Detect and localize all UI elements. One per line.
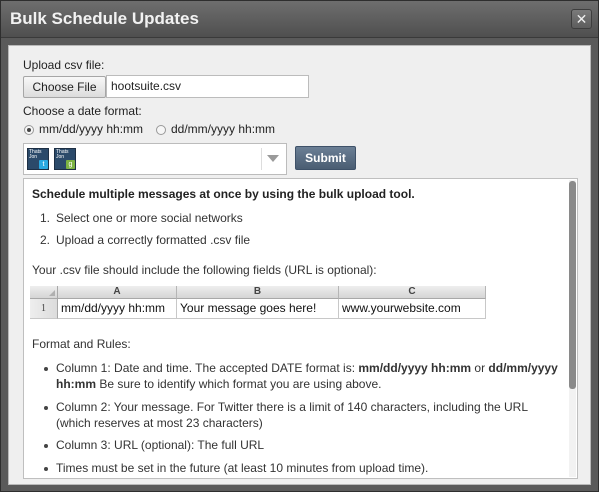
rule-format: dd/mm/yyyy	[488, 361, 558, 375]
bullet	[44, 367, 48, 371]
twitter-icon: t	[39, 160, 48, 169]
radio-dmy[interactable]	[156, 125, 166, 135]
radio-mdy-label: mm/dd/yyyy hh:mm	[39, 122, 144, 136]
choose-file-button[interactable]: Choose File	[23, 76, 106, 98]
bullet	[44, 444, 48, 448]
rule-text: or	[471, 361, 489, 375]
sheet-corner	[30, 286, 58, 299]
instructions-heading: Schedule multiple messages at once by us…	[32, 187, 415, 201]
sheet-cell: Your message goes here!	[177, 299, 339, 319]
scrollbar-thumb[interactable]	[569, 181, 576, 389]
chevron-down-icon[interactable]	[267, 155, 279, 162]
radio-dmy-label: dd/mm/yyyy hh:mm	[171, 122, 276, 136]
rules-title: Format and Rules:	[32, 337, 131, 351]
csv-example-sheet: A B C 1 mm/dd/yyyy hh:mm Your message go…	[30, 286, 486, 320]
step-item: Select one or more social networks	[56, 211, 243, 225]
rule-text: Be sure to identify which format you are…	[96, 377, 382, 391]
radio-mdy[interactable]	[24, 125, 34, 135]
step-number: 1.	[40, 211, 51, 225]
bulk-schedule-dialog: Bulk Schedule Updates ✕ Upload csv file:…	[0, 0, 599, 492]
rule-format: mm/dd/yyyy hh:mm	[358, 361, 472, 375]
rule-column2-cont: (which reserves at most 23 characters)	[56, 416, 263, 430]
rule-column1-cont: hh:mm Be sure to identify which format y…	[56, 377, 382, 391]
close-icon[interactable]: ✕	[571, 9, 592, 29]
row-number: 1	[30, 299, 58, 319]
rule-column3: Column 3: URL (optional): The full URL	[56, 438, 265, 452]
avatar-text: Thats Jon	[29, 149, 42, 160]
avatar-text: Thats Jon	[56, 149, 69, 160]
step-item: Upload a correctly formatted .csv file	[56, 233, 251, 247]
submit-button[interactable]: Submit	[295, 146, 356, 170]
upload-label: Upload csv file:	[23, 58, 105, 72]
google-plus-icon: g	[66, 160, 75, 169]
rule-text: Column 1: Date and time. The accepted DA…	[56, 361, 359, 375]
file-name-field: hootsuite.csv	[106, 75, 309, 98]
date-format-label: Choose a date format:	[23, 104, 142, 118]
sheet-cell: mm/dd/yyyy hh:mm	[58, 299, 177, 319]
bullet	[44, 467, 48, 471]
bullet	[44, 406, 48, 410]
instructions-panel[interactable]: Schedule multiple messages at once by us…	[23, 178, 578, 479]
rule-column2: Column 2: Your message. For Twitter ther…	[56, 400, 529, 414]
dialog-titlebar: Bulk Schedule Updates ✕	[1, 1, 598, 38]
sheet-cell: www.yourwebsite.com	[339, 299, 486, 319]
profile-avatar[interactable]: Thats Jon t	[27, 148, 49, 170]
social-profile-picker[interactable]: Thats Jon t Thats Jon g	[23, 143, 287, 175]
rule-future: Times must be set in the future (at leas…	[56, 461, 429, 475]
dropdown-divider	[261, 148, 262, 170]
column-header: B	[177, 286, 339, 299]
rule-column1: Column 1: Date and time. The accepted DA…	[56, 361, 558, 375]
dialog-body: Upload csv file: Choose File hootsuite.c…	[8, 45, 591, 485]
dialog-title: Bulk Schedule Updates	[10, 9, 199, 28]
profile-avatar[interactable]: Thats Jon g	[54, 148, 76, 170]
rule-format: hh:mm	[56, 377, 96, 391]
fields-intro: Your .csv file should include the follow…	[32, 263, 377, 277]
step-number: 2.	[40, 233, 51, 247]
column-header: C	[339, 286, 486, 299]
column-header: A	[58, 286, 177, 299]
